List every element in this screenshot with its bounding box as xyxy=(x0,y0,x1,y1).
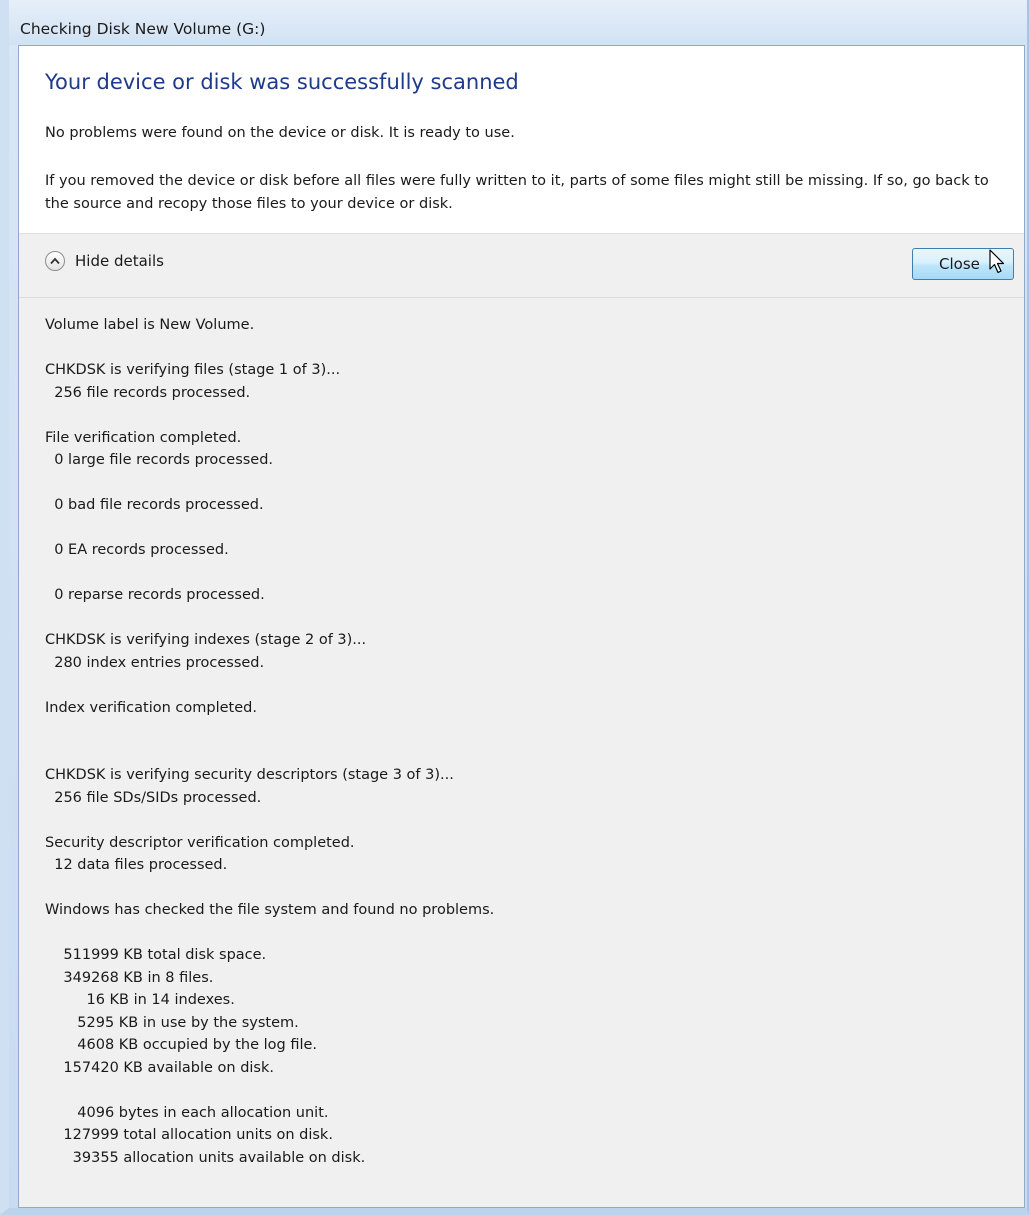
details-line: 0 reparse records processed. xyxy=(45,587,265,603)
dialog-window: Checking Disk New Volume (G:) Your devic… xyxy=(0,0,1029,1215)
details-line xyxy=(45,674,1005,697)
details-line: 0 bad file records processed. xyxy=(45,497,264,513)
details-line: 127999 total allocation units on disk. xyxy=(45,1127,333,1143)
details-line: 256 file SDs/SIDs processed. xyxy=(45,789,262,806)
details-line: 0 large file records processed. xyxy=(45,452,274,468)
details-line: 157420 KB available on disk. xyxy=(45,1059,274,1076)
details-line xyxy=(45,517,1005,540)
details-line: 4096 bytes in each allocation unit. xyxy=(45,1104,329,1121)
details-line xyxy=(45,472,1005,495)
main-instruction: Your device or disk was successfully sca… xyxy=(45,70,519,94)
details-line xyxy=(45,922,1005,945)
details-line: 511999 KB total disk space. xyxy=(45,947,267,963)
details-line: CHKDSK is verifying indexes (stage 2 of … xyxy=(45,632,367,648)
details-line: 0 EA records processed. xyxy=(45,542,229,558)
message-panel: Your device or disk was successfully sca… xyxy=(19,46,1024,234)
title-bar[interactable]: Checking Disk New Volume (G:) xyxy=(9,0,1027,45)
hide-details-toggle[interactable]: Hide details xyxy=(75,252,164,270)
details-line xyxy=(45,404,1005,427)
details-line: 4608 KB occupied by the log file. xyxy=(45,1037,318,1053)
details-line: 280 index entries processed. xyxy=(45,654,265,671)
details-line xyxy=(45,562,1005,585)
details-line xyxy=(45,742,1005,765)
details-line: 12 data files processed. xyxy=(45,857,228,873)
details-line: CHKDSK is verifying files (stage 1 of 3)… xyxy=(45,362,341,378)
dialog-client-area: Your device or disk was successfully sca… xyxy=(18,45,1025,1208)
chevron-up-icon[interactable] xyxy=(45,251,65,271)
details-line: 16 KB in 14 indexes. xyxy=(45,992,235,1008)
details-bar: Hide details Close xyxy=(19,234,1024,298)
chkdsk-details-log: Volume label is New Volume. CHKDSK is ver… xyxy=(45,314,1005,1169)
details-line: 256 file records processed. xyxy=(45,384,251,401)
details-line: Index verification completed. xyxy=(45,699,257,716)
details-line xyxy=(45,809,1005,832)
details-line: 349268 KB in 8 files. xyxy=(45,969,214,986)
details-line xyxy=(45,877,1005,900)
details-line: Volume label is New Volume. xyxy=(45,317,255,333)
mouse-pointer-icon xyxy=(989,249,1005,274)
result-message: No problems were found on the device or … xyxy=(45,125,515,141)
details-line xyxy=(45,1079,1005,1102)
details-line: Windows has checked the file system and … xyxy=(45,902,495,918)
window-title: Checking Disk New Volume (G:) xyxy=(20,20,266,38)
details-line xyxy=(45,719,1005,742)
details-line xyxy=(45,607,1005,630)
details-line: CHKDSK is verifying security descriptors… xyxy=(45,767,454,783)
details-line xyxy=(45,337,1005,360)
details-line: 5295 KB in use by the system. xyxy=(45,1014,299,1031)
details-line: File verification completed. xyxy=(45,429,242,446)
details-line: 39355 allocation units available on disk… xyxy=(45,1149,366,1166)
warning-message: If you removed the device or disk before… xyxy=(45,173,989,212)
details-line: Security descriptor verification complet… xyxy=(45,834,355,851)
